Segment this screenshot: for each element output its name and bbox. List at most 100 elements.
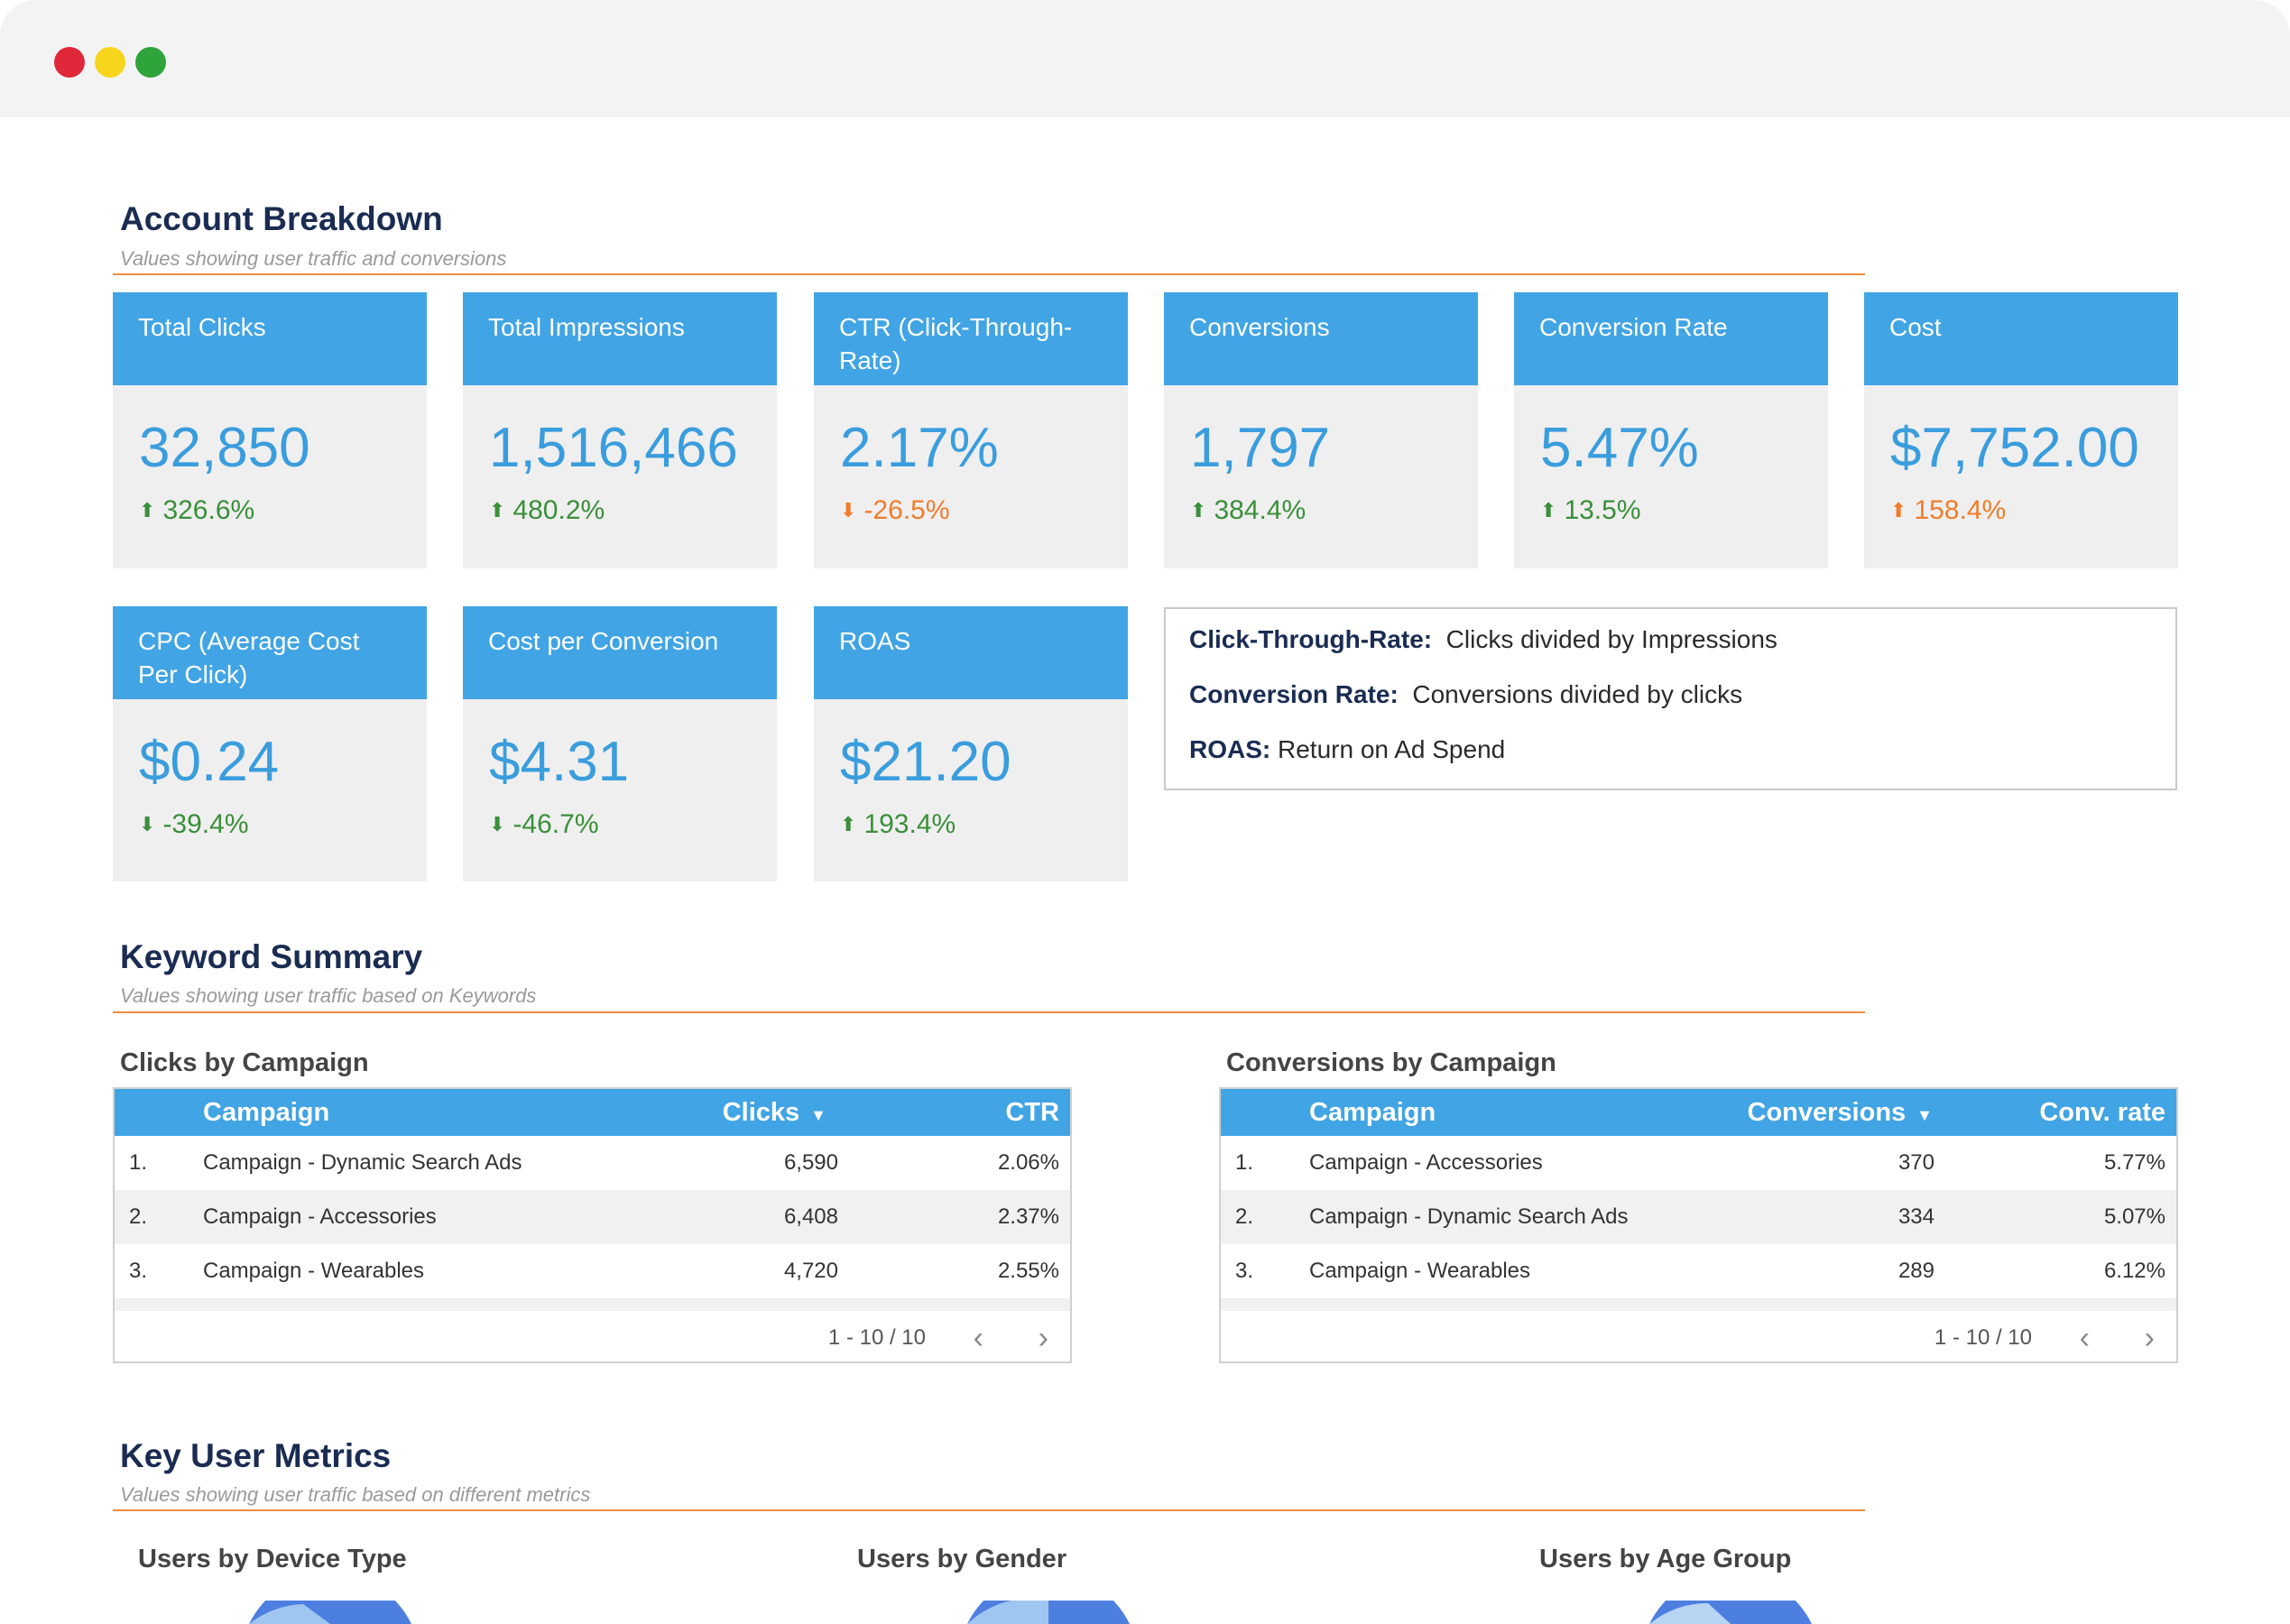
definition-term: Click-Through-Rate:: [1189, 625, 1433, 653]
table-row[interactable]: 2. Campaign - Accessories 6,408 2.37%: [115, 1190, 1070, 1244]
table-header: Campaign Conversions ▼ Conv. rate: [1221, 1089, 2176, 1136]
key-user-metrics-title: Key User Metrics: [120, 1437, 392, 1474]
chevron-left-icon[interactable]: ‹: [974, 1322, 983, 1354]
arrow-up-icon: ⬆: [139, 499, 156, 521]
row-campaign: Campaign - Wearables: [1309, 1259, 1531, 1283]
definition-text: Return on Ad Spend: [1278, 735, 1506, 763]
column-header-rate[interactable]: CTR: [1005, 1089, 1059, 1136]
row-index: 1.: [129, 1150, 148, 1175]
kpi-card-value: 1,516,466: [489, 417, 738, 479]
key-user-metrics-subtitle: Values showing user traffic based on dif…: [120, 1483, 591, 1506]
column-header-metric-label: Conversions: [1747, 1098, 1907, 1127]
row-index: 3.: [1235, 1259, 1254, 1283]
arrow-up-icon: ⬆: [1540, 499, 1557, 521]
table-row[interactable]: 3. Campaign - Wearables 289 6.12%: [1221, 1244, 2176, 1298]
definition-term: ROAS:: [1189, 735, 1271, 763]
arrow-up-icon: ⬆: [1190, 499, 1207, 521]
minimize-window-icon[interactable]: [95, 47, 125, 78]
table-row[interactable]: 1. Campaign - Dynamic Search Ads 6,590 2.06…: [115, 1136, 1070, 1190]
column-header-metric-label: Clicks: [722, 1098, 800, 1127]
window-title-bar: [0, 0, 2290, 117]
definition-roas: ROAS: Return on Ad Spend: [1189, 734, 2152, 789]
kpi-card-value: 2.17%: [840, 417, 999, 479]
kpi-card[interactable]: Total Clicks 32,850 ⬆ 326.6%: [113, 292, 427, 568]
arrow-down-icon: ⬇: [489, 813, 506, 835]
kpi-card-label: Total Clicks: [113, 292, 427, 385]
maximize-window-icon[interactable]: [135, 47, 166, 78]
row-metric: 6,408: [783, 1204, 838, 1229]
kpi-card[interactable]: Cost $7,752.00 ⬆ 158.4%: [1864, 292, 2178, 568]
row-rate: 2.55%: [997, 1259, 1059, 1283]
kpi-card[interactable]: CPC (Average Cost Per Click) $0.24 ⬇ -39.4%: [113, 606, 427, 881]
kpi-card-delta: ⬆ 193.4%: [840, 809, 956, 840]
kpi-card-delta: ⬇ -46.7%: [489, 809, 599, 840]
kpi-card-label: CTR (Click-Through-Rate): [814, 292, 1128, 385]
gender-donut-chart[interactable]: [958, 1601, 1139, 1624]
table-row[interactable]: 2. Campaign - Dynamic Search Ads 334 5.07%: [1221, 1190, 2176, 1244]
kpi-card-label: Cost per Conversion: [463, 606, 777, 699]
account-breakdown-title: Account Breakdown: [120, 200, 443, 237]
kpi-card-delta: ⬇ -26.5%: [840, 495, 950, 526]
kpi-delta-value: 193.4%: [863, 809, 956, 839]
kpi-card[interactable]: CTR (Click-Through-Rate) 2.17% ⬇ -26.5%: [814, 292, 1128, 568]
chevron-left-icon[interactable]: ‹: [2080, 1322, 2090, 1354]
definitions-box: Click-Through-Rate: Clicks divided by Im…: [1164, 607, 2177, 790]
users-by-gender-title: Users by Gender: [857, 1545, 1067, 1573]
arrow-up-icon: ⬆: [840, 813, 857, 835]
column-header-metric[interactable]: Conversions ▼: [1748, 1089, 1934, 1139]
table-spacer: [115, 1298, 1070, 1311]
row-metric: 334: [1898, 1204, 1934, 1229]
age-donut-chart[interactable]: [1640, 1601, 1821, 1624]
row-index: 2.: [129, 1204, 148, 1229]
arrow-down-icon: ⬇: [840, 499, 857, 521]
table-row[interactable]: 1. Campaign - Accessories 370 5.77%: [1221, 1136, 2176, 1190]
kpi-card-value: $0.24: [139, 731, 280, 793]
row-metric: 289: [1898, 1259, 1934, 1283]
column-header-rate[interactable]: Conv. rate: [2039, 1089, 2165, 1136]
kpi-card-value: $7,752.00: [1890, 417, 2139, 479]
close-window-icon[interactable]: [54, 47, 85, 78]
column-header-campaign[interactable]: Campaign: [1309, 1089, 1436, 1136]
row-rate: 5.77%: [2103, 1150, 2165, 1175]
kpi-card[interactable]: Conversion Rate 5.47% ⬆ 13.5%: [1514, 292, 1828, 568]
kpi-card[interactable]: Conversions 1,797 ⬆ 384.4%: [1164, 292, 1478, 568]
kpi-card-delta: ⬇ -39.4%: [139, 809, 249, 840]
arrow-up-icon: ⬆: [489, 499, 506, 521]
kpi-delta-value: 326.6%: [162, 495, 255, 525]
section-divider: [113, 1011, 1865, 1013]
kpi-card-value: 5.47%: [1540, 417, 1699, 479]
chevron-right-icon[interactable]: ›: [2145, 1322, 2155, 1354]
kpi-card-value: $21.20: [840, 731, 1011, 793]
clicks-table-title: Clicks by Campaign: [120, 1048, 369, 1077]
kpi-card-delta: ⬆ 326.6%: [139, 495, 254, 526]
table-header: Campaign Clicks ▼ CTR: [115, 1089, 1070, 1136]
row-rate: 2.06%: [997, 1150, 1059, 1175]
table-row[interactable]: 3. Campaign - Wearables 4,720 2.55%: [115, 1244, 1070, 1298]
kpi-card[interactable]: Total Impressions 1,516,466 ⬆ 480.2%: [463, 292, 777, 568]
row-index: 3.: [129, 1259, 148, 1283]
keyword-summary-subtitle: Values showing user traffic based on Key…: [120, 984, 537, 1007]
kpi-card-label: Conversions: [1164, 292, 1478, 385]
arrow-up-icon: ⬆: [1890, 499, 1907, 521]
row-index: 2.: [1235, 1204, 1254, 1229]
sort-down-icon: ▼: [810, 1106, 826, 1124]
keyword-summary-title: Keyword Summary: [120, 938, 423, 975]
kpi-card[interactable]: ROAS $21.20 ⬆ 193.4%: [814, 606, 1128, 881]
kpi-card[interactable]: Cost per Conversion $4.31 ⬇ -46.7%: [463, 606, 777, 881]
row-index: 1.: [1235, 1150, 1254, 1175]
definition-term: Conversion Rate:: [1189, 680, 1399, 708]
table-spacer: [1221, 1298, 2176, 1311]
row-metric: 6,590: [783, 1150, 838, 1175]
kpi-card-label: Conversion Rate: [1514, 292, 1828, 385]
column-header-campaign[interactable]: Campaign: [203, 1089, 329, 1136]
row-metric: 4,720: [783, 1259, 838, 1283]
column-header-metric[interactable]: Clicks ▼: [723, 1089, 826, 1139]
device-donut-chart[interactable]: [240, 1601, 420, 1624]
chevron-right-icon[interactable]: ›: [1039, 1322, 1048, 1354]
kpi-card-delta: ⬆ 480.2%: [489, 495, 605, 526]
conversions-by-campaign-table: Campaign Conversions ▼ Conv. rate 1. Campaign…: [1219, 1087, 2178, 1363]
sort-down-icon: ▼: [1916, 1106, 1933, 1124]
section-divider: [113, 1509, 1865, 1511]
kpi-delta-value: -26.5%: [863, 495, 950, 525]
users-by-age-title: Users by Age Group: [1539, 1545, 1792, 1573]
